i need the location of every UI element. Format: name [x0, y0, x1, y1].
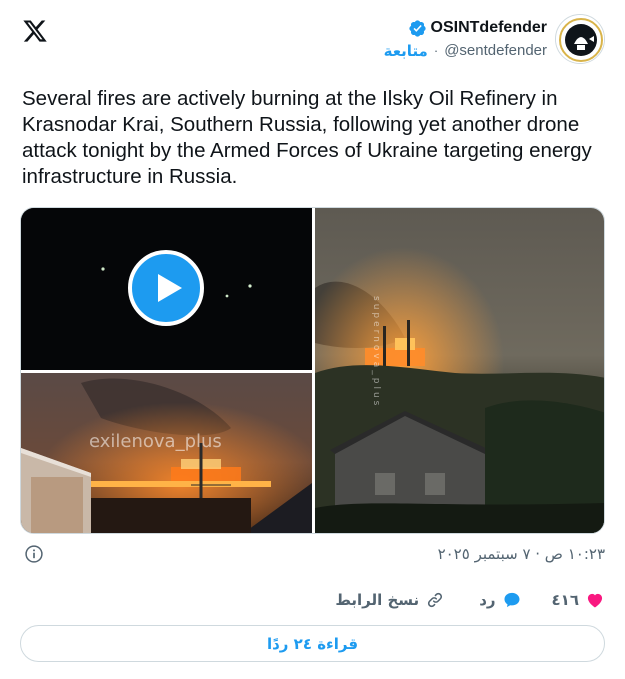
likes-count: ٤١٦ — [551, 591, 579, 609]
tweet-embed-card: OSINTdefender متابعة · @sentdefender Sev… — [0, 0, 625, 679]
separator-dot: · — [433, 43, 439, 58]
watermark-exilenova: exilenova_plus — [89, 431, 222, 452]
name-row: OSINTdefender — [408, 19, 547, 38]
reply-bubble-icon — [504, 592, 520, 608]
copy-link-button[interactable]: نسخ الرابط — [335, 590, 445, 610]
video-thumbnail[interactable] — [21, 208, 312, 370]
tweet-timestamp[interactable]: ١٠:٢٣ ص · ٧ سبتمبر ٢٠٢٥ — [438, 545, 605, 563]
media-grid: exilenova_plus supernova_plus — [20, 207, 605, 534]
like-button[interactable]: ٤١٦ — [552, 590, 605, 610]
author-text: OSINTdefender متابعة · @sentdefender — [384, 19, 547, 60]
author-display-name[interactable]: OSINTdefender — [431, 19, 547, 37]
author-block: OSINTdefender متابعة · @sentdefender — [384, 14, 605, 64]
reply-label: رد — [479, 591, 496, 609]
tweet-text: Several fires are actively burning at th… — [22, 87, 592, 188]
reply-button[interactable]: رد — [479, 590, 521, 610]
verified-badge-icon — [408, 19, 426, 37]
follow-button[interactable]: متابعة — [384, 42, 428, 60]
action-bar: نسخ الرابط رد ٤١٦ — [335, 590, 605, 610]
photo-supernova-image — [315, 208, 604, 533]
photo-exilenova-image — [21, 373, 312, 533]
x-logo-icon[interactable] — [22, 18, 48, 44]
avatar-image — [556, 15, 604, 63]
link-icon — [428, 592, 443, 608]
avatar[interactable] — [555, 14, 605, 64]
heart-icon — [587, 593, 603, 608]
photo-supernova[interactable]: supernova_plus — [315, 208, 604, 533]
watermark-supernova: supernova_plus — [371, 296, 381, 409]
play-button-icon[interactable] — [128, 250, 204, 326]
handle-row: متابعة · @sentdefender — [384, 42, 547, 60]
read-replies-button[interactable]: قراءة ٢٤ ردًا — [20, 625, 605, 662]
info-icon[interactable] — [24, 544, 44, 564]
author-handle[interactable]: @sentdefender — [444, 42, 547, 59]
read-replies-label: قراءة ٢٤ ردًا — [266, 634, 359, 653]
copy-link-label: نسخ الرابط — [335, 591, 420, 609]
photo-exilenova[interactable]: exilenova_plus — [21, 373, 312, 533]
